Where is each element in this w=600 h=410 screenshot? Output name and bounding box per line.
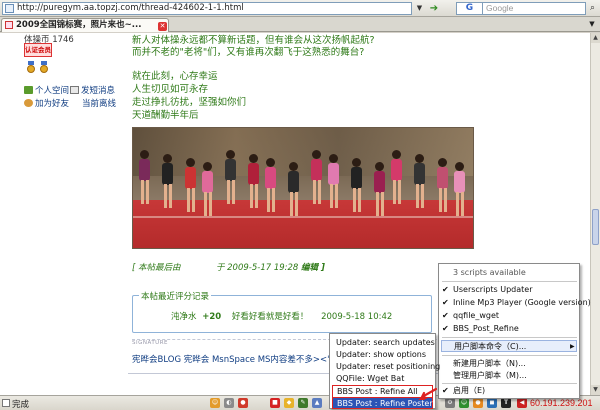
site-favicon-icon bbox=[5, 4, 14, 13]
enable-toggle-item[interactable]: ✔ 启用（E) bbox=[439, 385, 579, 397]
rating-user[interactable]: 沌净水 bbox=[171, 312, 197, 322]
search-input[interactable]: Google bbox=[482, 2, 586, 15]
addon-icon[interactable]: ● bbox=[473, 398, 483, 408]
scroll-thumb[interactable] bbox=[592, 209, 599, 245]
sidebar-link-space[interactable]: 个人空间 bbox=[24, 84, 69, 96]
post-line: 而并不老的"老将"们，又有谁再次翻飞于这熟悉的舞台? bbox=[132, 47, 365, 58]
signature-label: SIGNATURE bbox=[132, 340, 169, 346]
signature-links[interactable]: 宪晔会BLOG 宪晔会 MsnSpace MS内容差不多><" bbox=[132, 353, 331, 365]
addon-icon[interactable]: ● bbox=[238, 398, 248, 408]
tab-bar: 2009全国锦标赛，照片来也~... ✕ ▼ bbox=[0, 17, 600, 32]
addon-icon[interactable]: ⚙ bbox=[445, 398, 455, 408]
sidebar-link-add-friend[interactable]: 加为好友 bbox=[24, 97, 69, 109]
add-friend-icon bbox=[24, 99, 33, 107]
go-arrow-icon[interactable]: ➔ bbox=[427, 2, 441, 15]
cmd-updater-search[interactable]: Updater: search updates bbox=[336, 337, 435, 349]
ip-address: 60.191.239.201 bbox=[530, 398, 593, 408]
post-photo[interactable] bbox=[132, 127, 474, 249]
stop-sign-icon[interactable]: ■ bbox=[270, 398, 280, 408]
check-icon: ✔ bbox=[442, 311, 449, 320]
url-text: http://puregym.aa.topzj.com/thread-42460… bbox=[17, 3, 244, 13]
page-status-icon bbox=[2, 399, 10, 407]
tab-thread[interactable]: 2009全国锦标赛，照片来也~... ✕ bbox=[1, 18, 169, 32]
addon-icon[interactable]: ◼ bbox=[487, 398, 497, 408]
edit-note: [ 本帖最后由 于 2009-5-17 19:28 编辑 ] bbox=[132, 263, 325, 273]
post-line: 走过挣扎彷扰，坚强如你们 bbox=[132, 97, 247, 108]
addon-icon[interactable]: T bbox=[501, 398, 511, 408]
addon-icon[interactable]: ☺ bbox=[210, 398, 220, 408]
new-script-item[interactable]: 新建用户脚本（N)... bbox=[439, 358, 526, 370]
check-icon: ✔ bbox=[442, 298, 449, 307]
rank-badge: 认证会员 bbox=[24, 43, 52, 57]
cmd-qqfile-wget[interactable]: QQFile: Wget Bat bbox=[336, 373, 404, 385]
scripts-available-header: 3 scripts available bbox=[453, 268, 526, 277]
addon-icon[interactable]: ✎ bbox=[298, 398, 308, 408]
post-line: 人生切见如可永存 bbox=[132, 84, 209, 95]
medal-icon bbox=[26, 61, 36, 73]
greasemonkey-menu: 3 scripts available ✔ Userscripts Updater… bbox=[438, 263, 591, 399]
tab-favicon-icon bbox=[5, 21, 13, 29]
tab-list-dropdown-icon[interactable]: ▼ bbox=[586, 18, 598, 31]
post-line: 就在此刻，心存幸运 bbox=[132, 71, 218, 82]
cmd-updater-reset[interactable]: Updater: reset positioning bbox=[336, 361, 440, 373]
poster-info-sidebar: 体操币 1746 认证会员 个人空间 发短消息 加为好友 当前离线 bbox=[0, 33, 128, 395]
post-line: 天道酬勤半年后 bbox=[132, 110, 199, 121]
script-bbs-post-refine[interactable]: ✔ BBS_Post_Refine bbox=[439, 323, 579, 335]
rating-comment: 好看好看就是好看！ bbox=[231, 312, 309, 322]
addon-icon[interactable]: ▲ bbox=[312, 398, 322, 408]
cmd-updater-options[interactable]: Updater: show options bbox=[336, 349, 426, 361]
rating-time: 2009-5-18 10:42 bbox=[321, 312, 393, 322]
greasemonkey-icon[interactable]: ☺ bbox=[459, 398, 469, 408]
submenu-arrow-icon: ▶ bbox=[570, 343, 575, 350]
script-qqfile-wget[interactable]: ✔ qqfile_wget bbox=[439, 310, 579, 322]
url-history-dropdown-icon[interactable]: ▼ bbox=[414, 2, 425, 15]
vertical-scrollbar[interactable]: ▲ ▼ bbox=[590, 33, 600, 395]
online-status: 当前离线 bbox=[82, 99, 117, 109]
sidebar-link-message[interactable]: 发短消息 bbox=[70, 84, 115, 96]
scroll-down-icon[interactable]: ▼ bbox=[591, 385, 600, 395]
scroll-up-icon[interactable]: ▲ bbox=[591, 33, 600, 43]
home-icon bbox=[24, 86, 33, 94]
addon-icon[interactable]: ◆ bbox=[284, 398, 294, 408]
check-icon: ✔ bbox=[442, 386, 449, 395]
rating-title: 本帖最近评分记录 bbox=[139, 290, 212, 302]
message-icon bbox=[70, 86, 79, 94]
script-userscripts-updater[interactable]: ✔ Userscripts Updater bbox=[439, 284, 579, 296]
manage-scripts-item[interactable]: 管理用户脚本（M)... bbox=[439, 370, 527, 382]
addon-icon[interactable]: ◐ bbox=[224, 398, 234, 408]
search-engine-selector[interactable]: G bbox=[456, 2, 482, 15]
user-script-commands-item[interactable]: 用户脚本命令（C)... ▶ bbox=[441, 340, 577, 352]
rating-row: 沌净水 +20 好看好看就是好看！ 2009-5-18 10:42 bbox=[171, 310, 392, 322]
tab-close-icon[interactable]: ✕ bbox=[158, 22, 167, 31]
status-text: 完成 bbox=[12, 400, 30, 410]
annotation-arrow-icon bbox=[418, 387, 438, 400]
rating-log: 本帖最近评分记录 沌净水 +20 好看好看就是好看！ 2009-5-18 10:… bbox=[132, 290, 432, 333]
url-field[interactable]: http://puregym.aa.topzj.com/thread-42460… bbox=[2, 2, 412, 15]
navigation-toolbar: http://puregym.aa.topzj.com/thread-42460… bbox=[0, 0, 600, 17]
ip-arrow-icon: ◀ bbox=[517, 398, 527, 408]
check-icon: ✔ bbox=[442, 285, 449, 294]
rating-score: +20 bbox=[202, 312, 222, 322]
tab-title: 2009全国锦标赛，照片来也~... bbox=[16, 20, 142, 30]
search-icon[interactable]: ⌕ bbox=[587, 3, 598, 14]
script-inline-mp3[interactable]: ✔ Inline Mp3 Player (Google version) bbox=[439, 297, 591, 309]
medal-icon bbox=[39, 61, 49, 73]
check-icon: ✔ bbox=[442, 324, 449, 333]
